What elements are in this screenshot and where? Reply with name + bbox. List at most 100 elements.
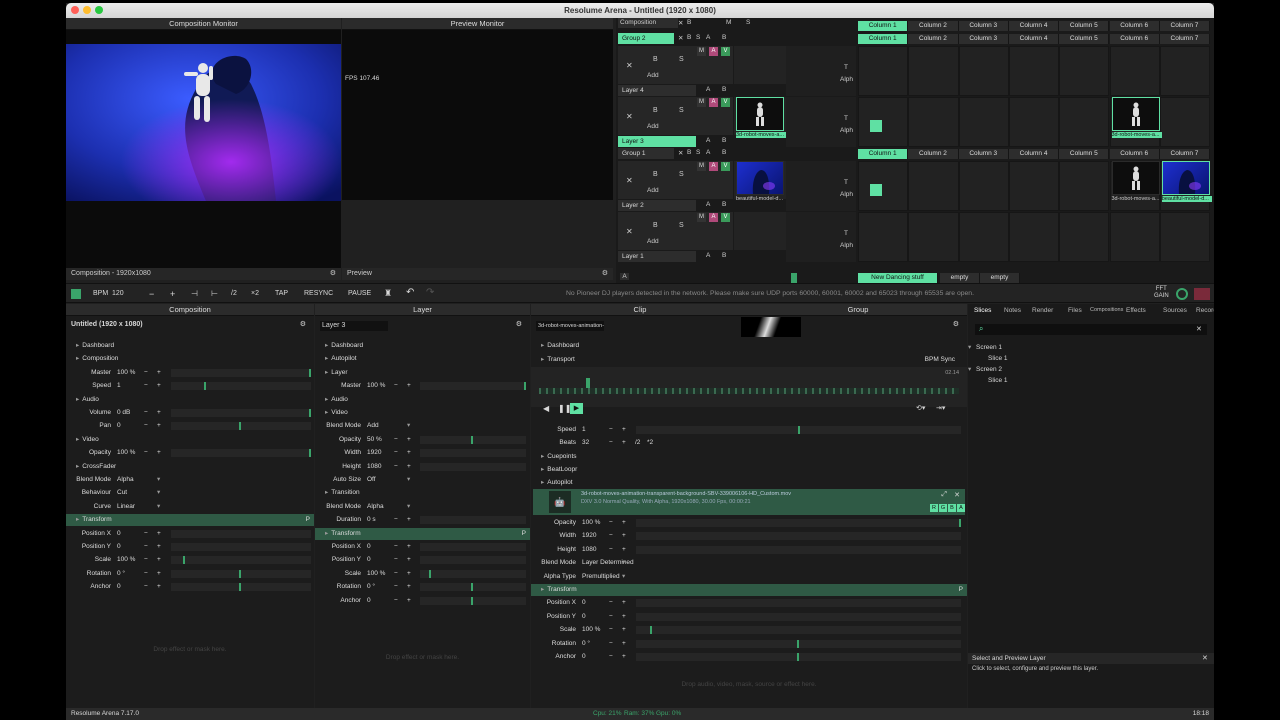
slider-handle[interactable] <box>959 519 961 527</box>
clip-cell[interactable] <box>1059 161 1110 211</box>
increase-button[interactable]: + <box>622 651 626 663</box>
clip-cell[interactable] <box>1159 212 1211 262</box>
param-slider[interactable] <box>420 516 526 525</box>
decrease-button[interactable]: − <box>144 568 148 580</box>
pin-icon[interactable]: P <box>522 528 526 540</box>
param-value[interactable]: 0 <box>582 597 586 609</box>
pause-button[interactable]: PAUSE <box>348 290 371 297</box>
increase-button[interactable]: + <box>157 447 161 459</box>
close-icon[interactable]: ✕ <box>626 227 633 236</box>
composition-name[interactable]: Untitled (1920 x 1080) <box>71 321 143 328</box>
crossfader-b-button[interactable]: B <box>722 86 726 93</box>
redo-icon[interactable]: ↷ <box>426 287 434 298</box>
clip-name[interactable]: 3d-robot-moves-a... <box>1111 132 1162 138</box>
slider-handle[interactable] <box>796 639 799 648</box>
increase-button[interactable]: + <box>407 554 411 566</box>
param-value[interactable]: 0 ° <box>117 568 125 580</box>
tap-button[interactable]: TAP <box>275 290 288 297</box>
decrease-button[interactable]: − <box>609 651 613 663</box>
gear-icon[interactable]: ⚙ <box>516 320 522 328</box>
slice-item[interactable]: Slice 1 <box>988 353 1008 364</box>
param-value[interactable]: 100 % <box>582 624 600 636</box>
clip-cell[interactable] <box>1159 97 1211 147</box>
decrease-button[interactable]: − <box>394 514 398 526</box>
bpm-sync-select[interactable]: BPM Sync <box>925 354 955 366</box>
decrease-button[interactable]: − <box>609 544 613 556</box>
undo-icon[interactable]: ↶ <box>406 287 414 298</box>
close-icon[interactable]: ✕ <box>954 491 960 499</box>
section-header[interactable]: ▸ Transition <box>315 487 530 499</box>
slider-handle[interactable] <box>796 653 799 661</box>
gear-icon[interactable]: ⚙ <box>330 268 336 280</box>
crossfader-a-button[interactable]: A <box>706 137 710 144</box>
param-value[interactable]: 1 <box>582 424 586 436</box>
section-header[interactable]: ▸ Transform P <box>531 584 967 596</box>
column-header[interactable]: Column 2 <box>908 21 959 31</box>
column-header[interactable]: Column 3 <box>958 34 1009 44</box>
column-header[interactable]: Column 5 <box>1059 21 1110 31</box>
clip-slot[interactable] <box>734 46 786 84</box>
section-header[interactable]: ▸ Video <box>66 434 314 446</box>
chevron-down-icon[interactable]: ▾ <box>157 487 160 499</box>
gear-icon[interactable]: ⚙ <box>953 320 959 328</box>
increase-button[interactable]: + <box>407 380 411 392</box>
param-value[interactable]: 0 <box>117 541 121 553</box>
clip-cell[interactable] <box>858 46 909 96</box>
increase-button[interactable]: + <box>622 544 626 556</box>
resync-button[interactable]: RESYNC <box>304 290 333 297</box>
bypass-button[interactable]: B <box>687 149 691 156</box>
param-value[interactable]: 32 <box>582 437 589 449</box>
close-icon[interactable]: ✕ <box>626 176 633 185</box>
clip-cell[interactable] <box>1159 46 1211 96</box>
expand-icon[interactable]: ⤢ <box>941 491 947 499</box>
decrease-button[interactable]: − <box>394 447 398 459</box>
increase-button[interactable]: + <box>622 424 626 436</box>
metronome-icon[interactable]: ♜ <box>384 288 392 299</box>
gear-icon[interactable]: ⚙ <box>300 320 306 328</box>
play-button[interactable] <box>870 184 882 196</box>
bpm-decrease-button[interactable]: − <box>149 289 154 299</box>
param-value[interactable]: 1080 <box>582 544 596 556</box>
nudge-left-icon[interactable]: ⊣ <box>191 289 198 298</box>
decrease-button[interactable]: − <box>144 407 148 419</box>
decrease-button[interactable]: − <box>609 597 613 609</box>
increase-button[interactable]: + <box>157 581 161 593</box>
section-header[interactable]: ▸ CrossFader <box>66 461 314 473</box>
channel-toggle[interactable]: B <box>948 504 956 512</box>
increase-button[interactable]: + <box>157 407 161 419</box>
blend-mode-select[interactable]: Add <box>647 187 659 194</box>
column-header[interactable]: Column 1 <box>858 21 909 31</box>
increase-button[interactable]: + <box>407 541 411 553</box>
group-1-label[interactable]: Group 1 <box>618 148 674 159</box>
slider-handle[interactable] <box>471 435 473 444</box>
slider-handle[interactable] <box>650 626 653 635</box>
preview-monitor[interactable]: FPS 107.46 Preview ⚙ <box>342 30 613 280</box>
decrease-button[interactable]: − <box>609 638 613 650</box>
increase-button[interactable]: + <box>622 611 626 623</box>
bypass-button[interactable]: B <box>687 34 691 41</box>
deck-tab[interactable]: New Dancing stuff <box>858 273 938 283</box>
column-header[interactable]: Column 2 <box>908 34 959 44</box>
clip-cell[interactable] <box>1059 46 1110 96</box>
param-slider[interactable] <box>636 426 961 434</box>
decrease-button[interactable]: − <box>394 581 398 593</box>
beats-double-button[interactable]: *2 <box>647 437 653 449</box>
solo-button[interactable]: S <box>679 222 684 229</box>
browser-tab[interactable]: Record <box>1196 304 1214 317</box>
solo-button[interactable]: S <box>679 107 684 114</box>
section-header[interactable]: ▸ Dashboard <box>315 340 530 352</box>
column-header[interactable]: Column 6 <box>1109 34 1160 44</box>
decrease-button[interactable]: − <box>144 541 148 553</box>
tempo-indicator[interactable] <box>71 289 81 299</box>
param-slider[interactable] <box>420 556 526 565</box>
beats-half-button[interactable]: /2 <box>635 437 640 449</box>
clip-cell[interactable] <box>908 161 959 211</box>
clip-cell[interactable] <box>858 97 909 147</box>
increase-button[interactable]: + <box>622 437 626 449</box>
alpha-button[interactable]: Alph <box>840 242 853 249</box>
file-source[interactable]: 🤖 3d-robot-moves-animation-transparent-ba… <box>533 489 965 515</box>
param-slider[interactable] <box>420 583 526 592</box>
mute-button[interactable]: M <box>697 162 706 171</box>
close-icon[interactable]: ✕ <box>678 149 683 157</box>
play-backward-icon[interactable]: ◀ <box>543 404 549 413</box>
